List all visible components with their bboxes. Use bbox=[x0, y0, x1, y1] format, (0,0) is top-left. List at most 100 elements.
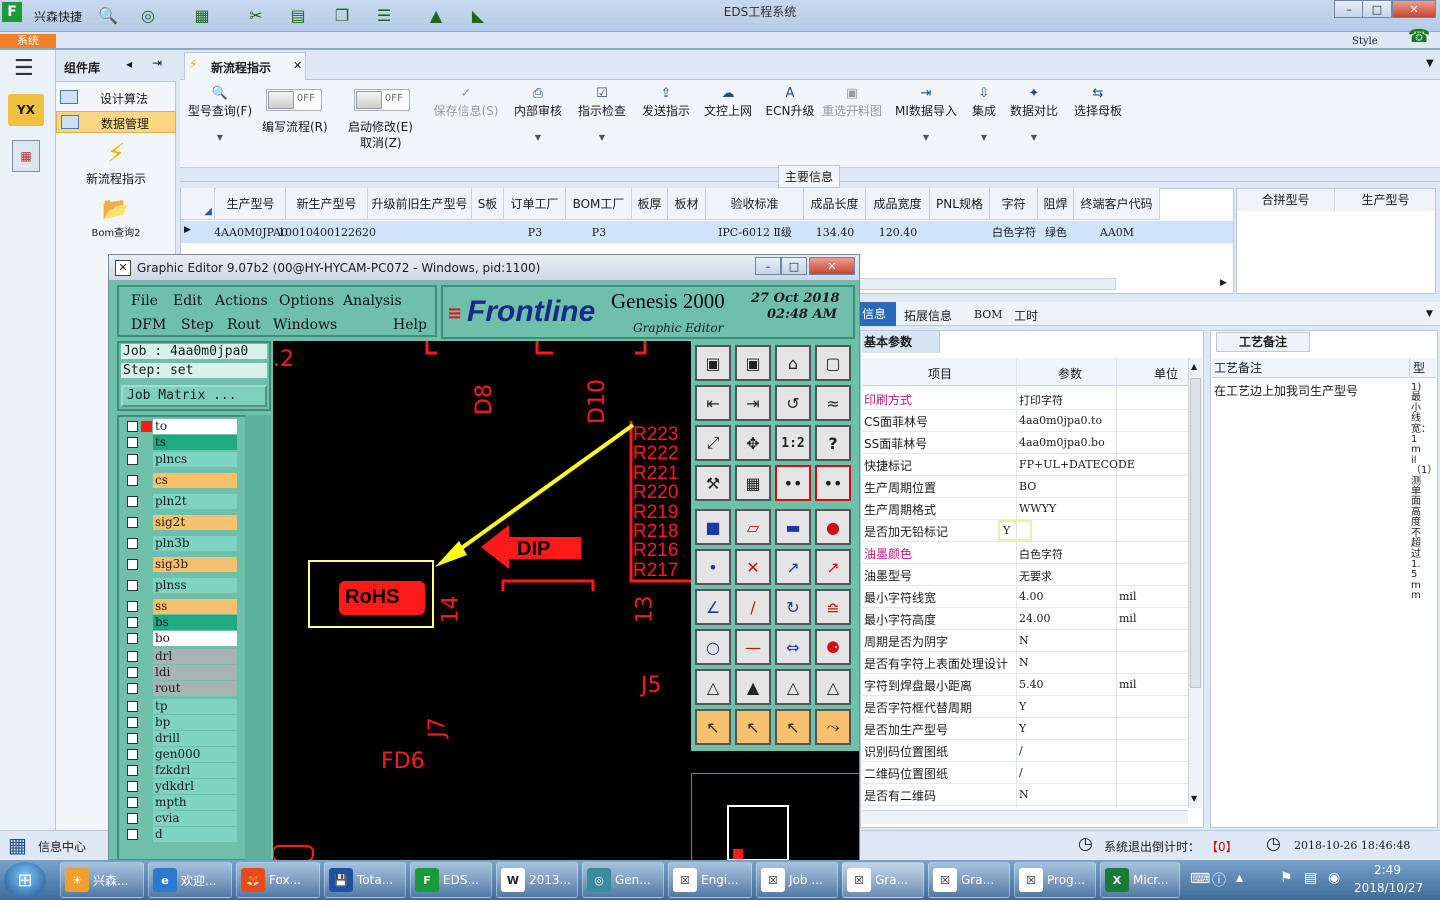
taskbar-item-job[interactable]: ☒ Job ... bbox=[756, 862, 838, 898]
layer-name[interactable]: bs bbox=[153, 615, 237, 630]
array-icon[interactable]: ⚈ bbox=[815, 629, 851, 665]
globe-icon[interactable]: ◎ bbox=[136, 4, 160, 26]
dropdown-arrow-icon[interactable]: ▼ bbox=[184, 133, 256, 142]
grid-icon[interactable]: ▦ bbox=[735, 465, 771, 501]
param-value[interactable]: 4aa0m0jpa0.bo bbox=[1019, 436, 1105, 449]
pan-left-icon[interactable]: ⇤ bbox=[695, 385, 731, 421]
layer-checkbox[interactable] bbox=[127, 580, 138, 591]
column-header[interactable]: 板材 bbox=[668, 188, 706, 220]
tray-icon[interactable]: ▴ bbox=[1236, 870, 1243, 886]
param-row[interactable]: 是否字符框代替周期 Y bbox=[862, 696, 1188, 718]
layer-name[interactable]: d bbox=[153, 827, 237, 842]
pan-right-icon[interactable]: ⇥ bbox=[735, 385, 771, 421]
menu-dfm[interactable]: DFM bbox=[131, 317, 166, 333]
layer-row[interactable]: pln2t bbox=[125, 494, 237, 509]
layer-name[interactable]: to bbox=[153, 419, 237, 434]
detail-tab-extended[interactable]: 拓展信息 bbox=[904, 307, 952, 324]
window-icon[interactable]: ▢ bbox=[815, 345, 851, 381]
redraw-icon[interactable]: ≈ bbox=[815, 385, 851, 421]
layer-name[interactable]: mpth bbox=[153, 795, 237, 810]
layer-name[interactable]: rout bbox=[153, 681, 237, 696]
param-row[interactable]: 识别码位置图纸 / bbox=[862, 740, 1188, 762]
arc-icon[interactable]: △ bbox=[695, 669, 731, 705]
layer-row[interactable]: mpth bbox=[125, 795, 237, 810]
param-row[interactable]: 是否加生产型号 Y bbox=[862, 718, 1188, 740]
center-icon[interactable]: ✥ bbox=[735, 425, 771, 461]
dropdown-arrow-icon[interactable]: ▼ bbox=[510, 133, 566, 142]
layer-checkbox[interactable] bbox=[127, 765, 138, 776]
param-value[interactable]: N bbox=[1019, 634, 1029, 647]
pad-icon[interactable]: ■ bbox=[695, 509, 731, 545]
layer-checkbox[interactable] bbox=[127, 475, 138, 486]
select-mother-board-button[interactable]: ⇆ 选择母板 bbox=[1070, 86, 1126, 119]
close-tab-icon[interactable]: ✕ bbox=[293, 59, 302, 72]
layer-row[interactable]: ldi bbox=[125, 665, 237, 680]
column-header[interactable]: 成品长度 bbox=[804, 188, 866, 220]
calculator-icon[interactable]: ▦ bbox=[12, 140, 40, 172]
grid-icon[interactable]: ▦ bbox=[190, 4, 214, 26]
param-row[interactable]: 油墨型号 无要求 bbox=[862, 564, 1188, 586]
layer-row[interactable]: ts bbox=[125, 435, 237, 450]
menu-step[interactable]: Step bbox=[181, 317, 213, 333]
net-icon[interactable]: • bbox=[695, 549, 731, 585]
flag-icon[interactable]: ⚑ bbox=[1280, 870, 1293, 886]
layer-checkbox[interactable] bbox=[127, 617, 138, 628]
layer-checkbox[interactable] bbox=[127, 797, 138, 808]
ge-minimize-button[interactable]: – bbox=[755, 257, 781, 275]
layer-checkbox[interactable] bbox=[127, 733, 138, 744]
move-icon[interactable]: ↗ bbox=[775, 549, 811, 585]
scale-icon[interactable]: 1:2 bbox=[775, 425, 811, 461]
layer-name[interactable]: bp bbox=[153, 715, 237, 730]
param-row[interactable]: 最小字符高度 24.00 mil bbox=[862, 608, 1188, 630]
param-row[interactable]: SS面菲林号 4aa0m0jpa0.bo bbox=[862, 432, 1188, 454]
param-value[interactable]: N bbox=[1019, 656, 1029, 669]
job-matrix-button[interactable]: Job Matrix ... bbox=[121, 385, 267, 407]
copy-icon[interactable]: ❐ bbox=[330, 4, 354, 26]
layer-checkbox[interactable] bbox=[127, 517, 138, 528]
layer-checkbox[interactable] bbox=[127, 667, 138, 678]
pointer-icon[interactable]: ↖ bbox=[735, 709, 771, 745]
minimize-button[interactable]: – bbox=[1334, 0, 1364, 18]
param-value[interactable]: / bbox=[1019, 766, 1023, 779]
dot-icon[interactable]: ● bbox=[815, 509, 851, 545]
param-value[interactable]: Y bbox=[1019, 700, 1026, 713]
layer-name[interactable]: plnss bbox=[153, 578, 237, 593]
layer-row[interactable]: drl bbox=[125, 649, 237, 664]
layer-row[interactable]: bo bbox=[125, 631, 237, 646]
angle-icon[interactable]: ∠ bbox=[695, 589, 731, 625]
column-header[interactable]: 阻焊 bbox=[1038, 188, 1074, 220]
keyboard-icon[interactable]: ⌨ bbox=[1190, 871, 1210, 887]
param-row[interactable]: 生产周期格式 WWYY bbox=[862, 498, 1188, 520]
menu-file[interactable]: File bbox=[131, 293, 158, 309]
mirror-icon[interactable]: ⪮ bbox=[815, 589, 851, 625]
param-row[interactable]: 油墨颜色 白色字符 bbox=[862, 542, 1188, 564]
layer-name[interactable]: drl bbox=[153, 649, 237, 664]
menu-edit[interactable]: Edit bbox=[173, 293, 202, 309]
help-icon[interactable]: ? bbox=[815, 425, 851, 461]
layer-row[interactable]: drill bbox=[125, 731, 237, 746]
layer-checkbox[interactable] bbox=[127, 437, 138, 448]
dropdown-arrow-icon[interactable]: ▼ bbox=[968, 133, 1000, 142]
layer-checkbox[interactable] bbox=[127, 454, 138, 465]
pointer-icon[interactable]: ↖ bbox=[695, 709, 731, 745]
shape-icon[interactable]: ▱ bbox=[735, 509, 771, 545]
tab-system[interactable]: 系统 bbox=[0, 34, 56, 48]
layer-name[interactable]: gen000 bbox=[153, 747, 237, 762]
stretch-icon[interactable]: ⇔ bbox=[775, 629, 811, 665]
snap-icon[interactable]: •• bbox=[775, 465, 811, 501]
param-row[interactable]: 是否加无铅标记 Y bbox=[862, 520, 1188, 542]
layer-checkbox[interactable] bbox=[127, 421, 138, 432]
layer-row[interactable]: plncs bbox=[125, 452, 237, 467]
param-value[interactable]: Y bbox=[998, 520, 1033, 541]
param-value[interactable]: 4aa0m0jpa0.to bbox=[1019, 414, 1102, 427]
param-value[interactable]: / bbox=[1019, 744, 1023, 757]
ecn-upgrade-button[interactable]: A ECN升级 bbox=[762, 86, 818, 119]
param-row[interactable]: 二维码位置图纸 / bbox=[862, 762, 1188, 784]
menu-windows[interactable]: Windows bbox=[273, 317, 337, 333]
layer-row[interactable]: to bbox=[125, 419, 237, 434]
column-header[interactable]: 终端客户代码 bbox=[1074, 188, 1160, 220]
column-header[interactable]: S板 bbox=[472, 188, 504, 220]
grid-icon[interactable]: ▦ bbox=[8, 833, 27, 857]
hamburger-icon[interactable]: ☰ bbox=[14, 56, 34, 81]
layer-name[interactable]: drill bbox=[153, 731, 237, 746]
